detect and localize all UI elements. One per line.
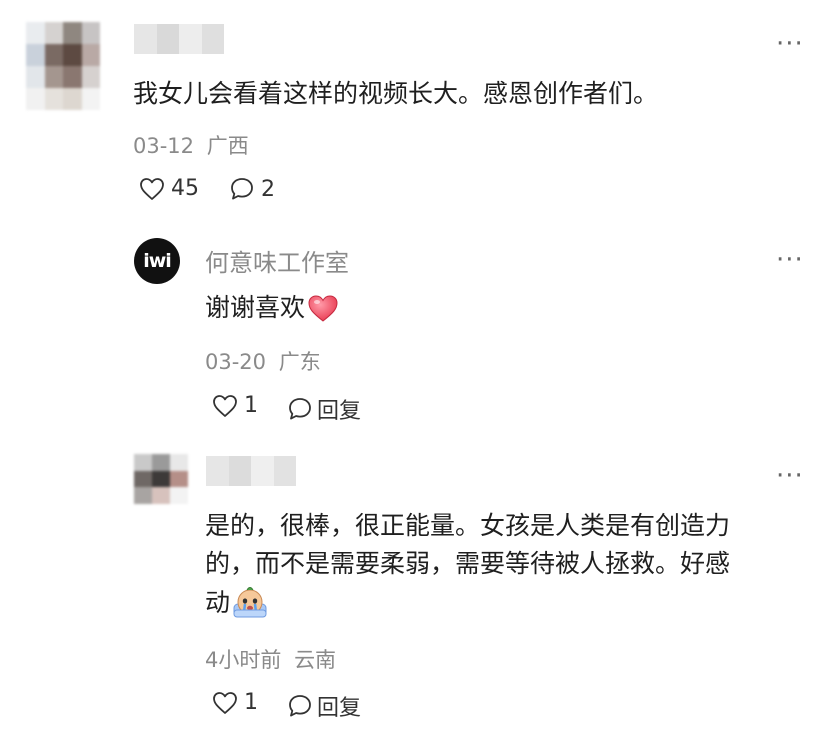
reply-text-line-3: 动 [205, 585, 268, 621]
reply-date: 03-20 [205, 350, 267, 374]
reply-button[interactable]: 回复 [287, 393, 361, 425]
like-count: 45 [171, 176, 199, 201]
crying-face-emoji [233, 587, 267, 618]
reply-meta: 03-20 广东 [205, 346, 321, 376]
reply-label: 回复 [317, 696, 362, 721]
more-options-button[interactable]: ··· [776, 463, 804, 489]
comment-meta: 03-12 广西 [133, 130, 249, 160]
comment-text: 我女儿会看着这样的视频长大。感恩创作者们。 [133, 79, 659, 108]
comment-bubble-icon [231, 178, 253, 200]
reply-text: 谢谢喜欢 [205, 290, 339, 326]
reply-location: 广东 [278, 350, 321, 374]
like-button[interactable]: 1 [212, 690, 258, 715]
heart-outline-icon [140, 177, 164, 200]
comment-bubble-icon [289, 398, 311, 420]
comment-date: 03-12 [133, 134, 195, 158]
avatar[interactable] [26, 22, 100, 110]
reply-label: 回复 [317, 399, 362, 424]
like-button[interactable]: 45 [139, 176, 199, 201]
username-blurred[interactable] [206, 456, 296, 486]
reply-button[interactable]: 回复 [287, 690, 361, 722]
heart-outline-icon [213, 691, 237, 714]
heart-outline-icon [213, 394, 237, 417]
author-name[interactable]: 何意味工作室 [205, 243, 349, 278]
reply-meta: 4小时前 云南 [205, 644, 336, 674]
like-count: 1 [244, 393, 258, 418]
more-options-button[interactable]: ··· [776, 31, 804, 57]
reply-text-line-2: 的，而不是需要柔弱，需要等待被人拯救。好感 [205, 549, 731, 578]
reply-text-end: 动 [205, 588, 231, 617]
avatar[interactable] [134, 454, 188, 504]
reply-time: 4小时前 [205, 648, 282, 672]
like-count: 1 [244, 690, 258, 715]
comment-location: 广西 [206, 134, 249, 158]
author-avatar[interactable]: iwi [134, 238, 180, 284]
avatar-logo-text: iwi [143, 250, 172, 272]
reply-count-button[interactable]: 2 [229, 176, 275, 202]
heart-emoji [308, 295, 338, 322]
comment-bubble-icon [289, 695, 311, 717]
reply-text-line-1: 是的，很棒，很正能量。女孩是人类是有创造力 [205, 511, 731, 540]
reply-text-content: 谢谢喜欢 [205, 293, 306, 322]
more-options-button[interactable]: ··· [776, 247, 804, 273]
reply-location: 云南 [294, 648, 337, 672]
username-blurred[interactable] [134, 24, 224, 54]
like-button[interactable]: 1 [212, 393, 258, 418]
reply-count: 2 [261, 176, 275, 202]
